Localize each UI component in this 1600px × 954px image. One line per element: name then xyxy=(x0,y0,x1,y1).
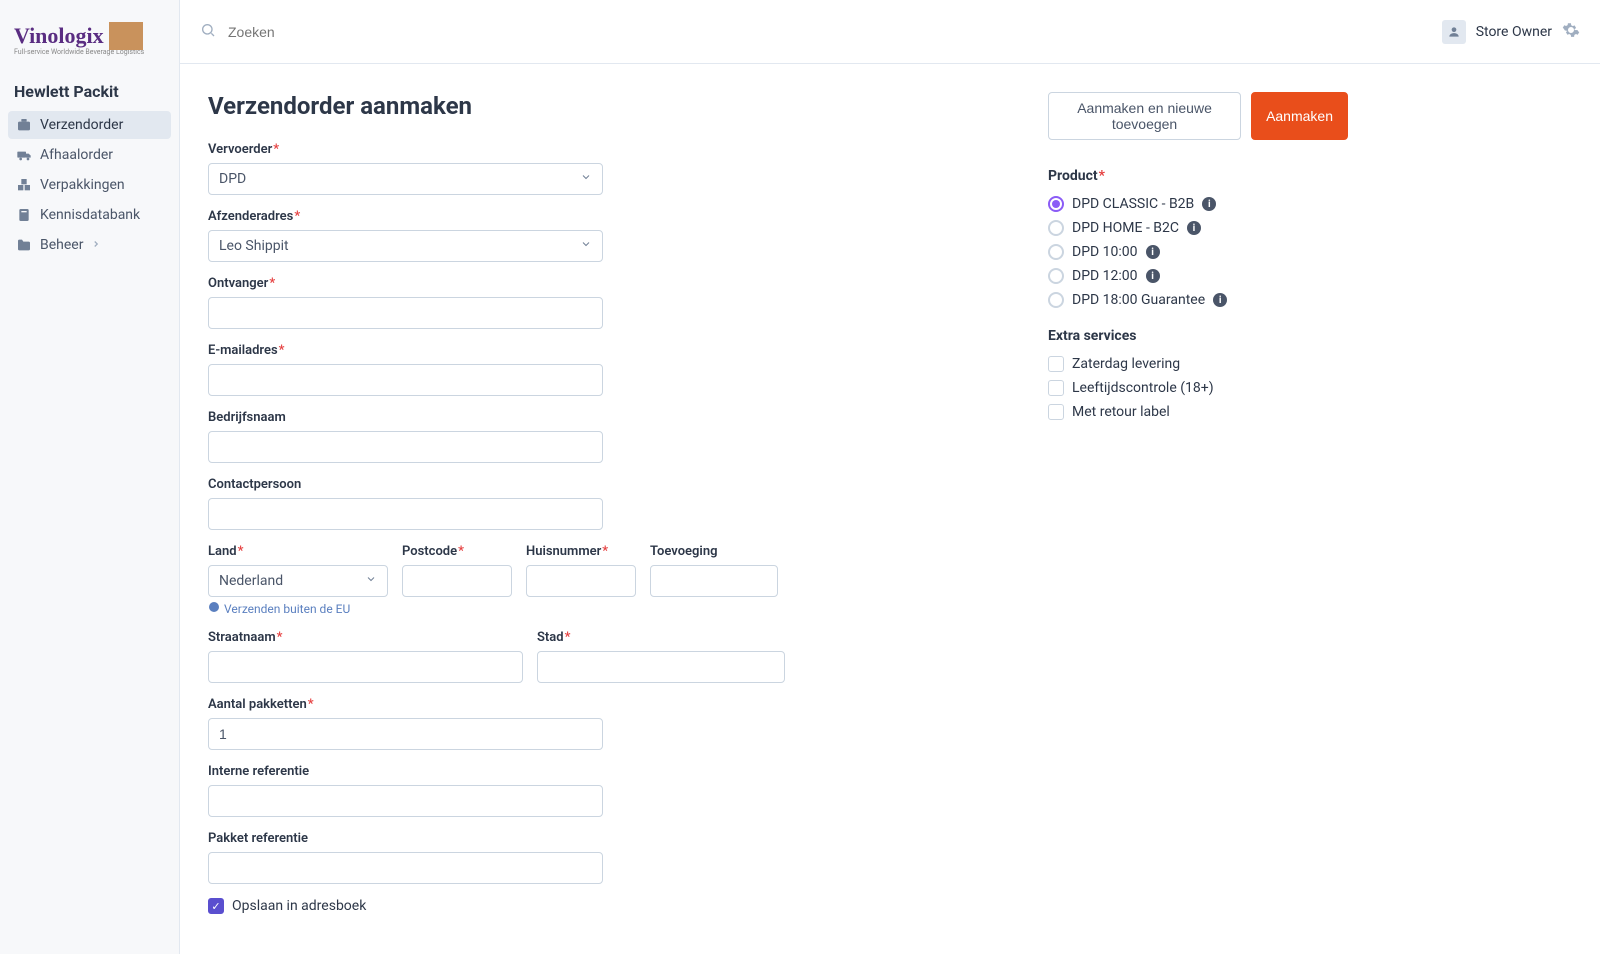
huisnr-input[interactable] xyxy=(526,565,636,597)
search[interactable] xyxy=(200,22,1442,42)
stad-input[interactable] xyxy=(537,651,785,683)
pakketref-label: Pakket referentie xyxy=(208,831,988,846)
product-option-label: DPD HOME - B2C xyxy=(1072,220,1179,236)
contact-label: Contactpersoon xyxy=(208,477,988,492)
book-icon xyxy=(16,207,32,223)
user-avatar-icon xyxy=(1442,20,1466,44)
bedrijf-label: Bedrijfsnaam xyxy=(208,410,988,425)
email-input[interactable] xyxy=(208,364,603,396)
boxes-icon xyxy=(16,177,32,193)
extra-age-checkbox[interactable] xyxy=(1048,380,1064,396)
postcode-label: Postcode* xyxy=(402,544,512,559)
folder-icon xyxy=(16,237,32,253)
user-menu[interactable]: Store Owner xyxy=(1442,20,1580,44)
product-radio-10[interactable] xyxy=(1048,244,1064,260)
chevron-down-icon xyxy=(580,171,592,187)
search-icon xyxy=(200,22,216,42)
straat-input[interactable] xyxy=(208,651,523,683)
company-name: Hewlett Packit xyxy=(8,72,171,111)
chevron-right-icon xyxy=(91,237,101,253)
sidebar: Vinologix Full-service Worldwide Beverag… xyxy=(0,0,180,954)
opslaan-label: Opslaan in adresboek xyxy=(232,898,366,914)
info-icon[interactable]: i xyxy=(1213,293,1227,307)
ontvanger-label: Ontvanger* xyxy=(208,276,988,291)
sidebar-item-label: Verzendorder xyxy=(40,117,123,133)
toevoeging-label: Toevoeging xyxy=(650,544,778,559)
email-label: E-mailadres* xyxy=(208,343,988,358)
vervoerder-label: Vervoerder* xyxy=(208,142,988,157)
product-option-label: DPD CLASSIC - B2B xyxy=(1072,196,1194,212)
vervoerder-select[interactable]: DPD xyxy=(208,163,603,195)
sidebar-item-verzendorder[interactable]: Verzendorder xyxy=(8,111,171,139)
huisnr-label: Huisnummer* xyxy=(526,544,636,559)
product-option-label: DPD 18:00 Guarantee xyxy=(1072,292,1205,308)
main: Store Owner Verzendorder aanmaken Vervoe… xyxy=(180,0,1600,954)
info-icon[interactable]: i xyxy=(1187,221,1201,235)
toevoeging-input[interactable] xyxy=(650,565,778,597)
info-icon[interactable]: i xyxy=(1146,245,1160,259)
form-column: Verzendorder aanmaken Vervoerder* DPD Af… xyxy=(208,92,988,914)
opslaan-checkbox[interactable] xyxy=(208,898,224,914)
product-heading: Product* xyxy=(1048,168,1348,184)
create-button[interactable]: Aanmaken xyxy=(1251,92,1348,140)
postcode-input[interactable] xyxy=(402,565,512,597)
aantal-label: Aantal pakketten* xyxy=(208,697,988,712)
ontvanger-input[interactable] xyxy=(208,297,603,329)
sidebar-item-beheer[interactable]: Beheer xyxy=(8,231,171,259)
interne-label: Interne referentie xyxy=(208,764,988,779)
logo-text: Vinologix xyxy=(14,23,104,49)
extra-label: Leeftijdscontrole (18+) xyxy=(1072,380,1214,396)
truck-icon xyxy=(16,147,32,163)
product-radio-18[interactable] xyxy=(1048,292,1064,308)
page-header: Verzendorder aanmaken xyxy=(208,92,988,120)
topbar: Store Owner xyxy=(180,0,1600,64)
logo-box-icon xyxy=(109,22,143,50)
pakketref-input[interactable] xyxy=(208,852,603,884)
sidebar-item-label: Beheer xyxy=(40,237,83,253)
info-icon xyxy=(208,601,220,616)
extras-heading: Extra services xyxy=(1048,328,1348,344)
land-label: Land* xyxy=(208,544,388,559)
extra-saturday-checkbox[interactable] xyxy=(1048,356,1064,372)
extra-label: Zaterdag levering xyxy=(1072,356,1180,372)
user-name: Store Owner xyxy=(1476,24,1552,40)
product-option-label: DPD 12:00 xyxy=(1072,268,1138,284)
interne-input[interactable] xyxy=(208,785,603,817)
create-and-new-button[interactable]: Aanmaken en nieuwe toevoegen xyxy=(1048,92,1241,140)
sidebar-item-kennisdatabank[interactable]: Kennisdatabank xyxy=(8,201,171,229)
sidebar-item-afhaalorder[interactable]: Afhaalorder xyxy=(8,141,171,169)
chevron-down-icon xyxy=(365,573,377,589)
sidebar-item-label: Verpakkingen xyxy=(40,177,125,193)
product-radio-12[interactable] xyxy=(1048,268,1064,284)
afzender-select[interactable]: Leo Shippit xyxy=(208,230,603,262)
eu-hint-link[interactable]: Verzenden buiten de EU xyxy=(208,601,388,616)
page-title: Verzendorder aanmaken xyxy=(208,92,472,120)
logo: Vinologix Full-service Worldwide Beverag… xyxy=(8,14,171,72)
aantal-input[interactable] xyxy=(208,718,603,750)
land-select[interactable]: Nederland xyxy=(208,565,388,597)
contact-input[interactable] xyxy=(208,498,603,530)
info-icon[interactable]: i xyxy=(1146,269,1160,283)
extra-return-checkbox[interactable] xyxy=(1048,404,1064,420)
product-radio-classic[interactable] xyxy=(1048,196,1064,212)
stad-label: Stad* xyxy=(537,630,785,645)
bedrijf-input[interactable] xyxy=(208,431,603,463)
gear-icon[interactable] xyxy=(1562,21,1580,43)
chevron-down-icon xyxy=(580,238,592,254)
product-radio-home[interactable] xyxy=(1048,220,1064,236)
sidebar-item-label: Kennisdatabank xyxy=(40,207,140,223)
right-column: Aanmaken en nieuwe toevoegen Aanmaken Pr… xyxy=(1048,92,1348,428)
afzender-label: Afzenderadres* xyxy=(208,209,988,224)
sidebar-item-label: Afhaalorder xyxy=(40,147,113,163)
briefcase-icon xyxy=(16,117,32,133)
product-option-label: DPD 10:00 xyxy=(1072,244,1138,260)
straat-label: Straatnaam* xyxy=(208,630,523,645)
search-input[interactable] xyxy=(226,23,526,41)
extra-label: Met retour label xyxy=(1072,404,1170,420)
info-icon[interactable]: i xyxy=(1202,197,1216,211)
sidebar-item-verpakkingen[interactable]: Verpakkingen xyxy=(8,171,171,199)
